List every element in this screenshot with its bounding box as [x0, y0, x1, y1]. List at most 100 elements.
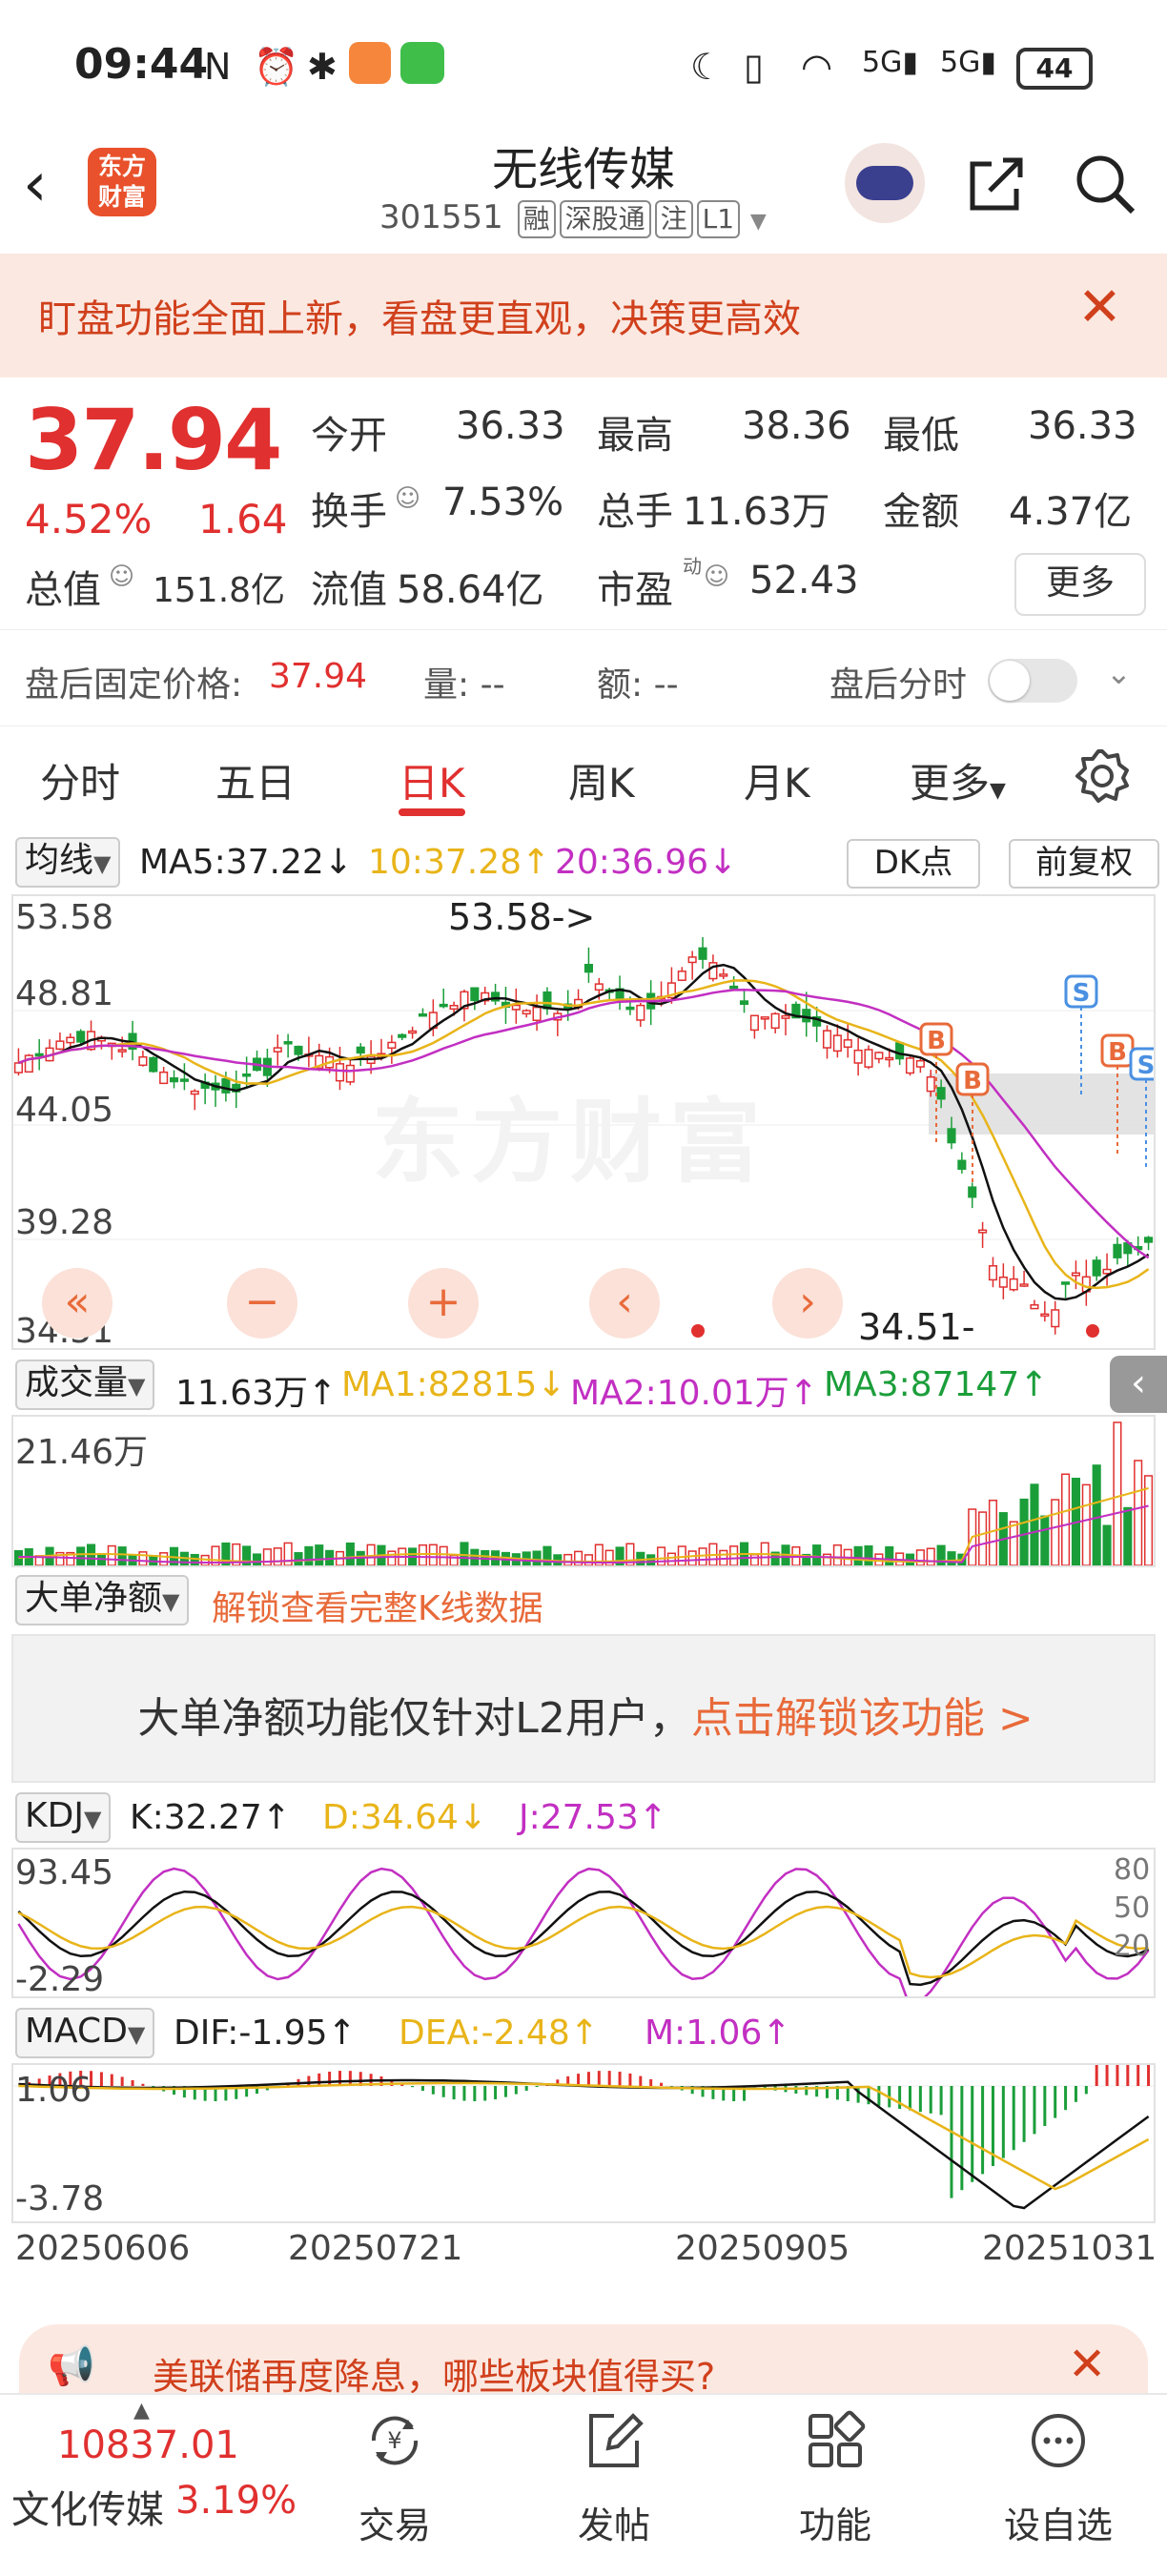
bluetooth-icon: ✱: [307, 46, 338, 88]
info-icon[interactable]: ☺: [395, 484, 420, 513]
candle-body-68: [719, 973, 728, 977]
volume-svg: [13, 1421, 1154, 1565]
search-icon[interactable]: [1072, 151, 1138, 217]
kdj-chart[interactable]: [11, 1848, 1156, 1998]
candle-body-12: [138, 1055, 148, 1067]
unlock-feature-link[interactable]: 点击解锁该功能 >: [691, 1694, 1034, 1743]
candle-body-88: [926, 1075, 935, 1093]
low-value: 36.33: [1028, 404, 1137, 448]
grid-icon: [809, 2410, 866, 2467]
gear-icon[interactable]: [1074, 747, 1131, 805]
candle-body-4: [55, 1040, 65, 1051]
nav-post[interactable]: 发帖: [538, 2395, 690, 2576]
tab-weekly-k[interactable]: 周K: [568, 751, 635, 809]
tab-more[interactable]: 更多▼: [910, 751, 1006, 809]
volume-bar-106: [1113, 1421, 1122, 1565]
feature-banner[interactable]: 盯盘功能全面上新，看盘更直观，决策更高效 ✕: [0, 254, 1167, 378]
chevron-down-icon-2[interactable]: ⌄: [1106, 655, 1132, 691]
share-icon[interactable]: [963, 151, 1030, 217]
ai-assistant-icon[interactable]: [845, 143, 925, 223]
volume-bar-10: [117, 1546, 127, 1565]
after-hours-toggle[interactable]: [988, 659, 1077, 703]
volume-bar-36: [387, 1550, 397, 1565]
volume-selector[interactable]: 成交量▼: [15, 1360, 155, 1410]
high-value: 38.36: [742, 404, 851, 448]
after-hours-row: 盘后固定价格: 37.94 量: -- 额: -- 盘后分时 ⌄: [0, 629, 1167, 726]
ad-text[interactable]: 美联储再度降息，哪些板块值得买?: [153, 2347, 715, 2400]
volume-bar-82: [864, 1544, 873, 1565]
scroll-left-button[interactable]: ‹: [589, 1268, 660, 1339]
big-order-unlock-panel[interactable]: 大单净额功能仅针对L2用户，点击解锁该功能 >: [11, 1634, 1156, 1783]
volume-bar-54: [574, 1550, 584, 1565]
dk-points-button[interactable]: DK点: [847, 839, 980, 889]
candle-body-106: [1113, 1243, 1122, 1258]
candle-body-84: [885, 1056, 894, 1061]
iqiyi-notification-icon: [400, 42, 444, 84]
zoom-out-button[interactable]: −: [227, 1268, 297, 1339]
chevron-up-icon: ▲: [133, 2399, 150, 2423]
zoom-in-button[interactable]: +: [408, 1268, 479, 1339]
macd-chart[interactable]: [11, 2063, 1156, 2223]
signal-label-4: S: [1137, 1052, 1154, 1080]
kdj-selector-label: KDJ: [25, 1796, 84, 1835]
volume-chart[interactable]: [11, 1415, 1156, 1567]
candle-body-55: [584, 964, 593, 973]
tab-monthly-k[interactable]: 月K: [744, 751, 810, 809]
info-icon-3[interactable]: ☺: [704, 562, 729, 591]
close-icon-2[interactable]: ✕: [1068, 2338, 1106, 2391]
volume-label: 总手: [597, 490, 673, 534]
ma-selector[interactable]: 均线▼: [15, 837, 121, 888]
forward-adjust-button[interactable]: 前复权: [1009, 839, 1159, 889]
chevron-down-icon-4: ▼: [93, 850, 112, 877]
candle-body-104: [1092, 1259, 1101, 1277]
chart-tabs: 分时 五日 日K 周K 月K 更多▼: [0, 734, 1167, 826]
candle-body-109: [1144, 1237, 1154, 1243]
info-icon-2[interactable]: ☺: [109, 562, 134, 591]
kdj-selector[interactable]: KDJ▼: [15, 1792, 112, 1843]
alarm-icon: ⏰: [254, 46, 299, 88]
wifi-icon: ◠: [801, 46, 833, 88]
tab-five-day[interactable]: 五日: [215, 751, 296, 809]
pe-label: 市盈: [597, 568, 673, 612]
more-button[interactable]: 更多: [1014, 553, 1146, 616]
nav-function[interactable]: 功能: [759, 2395, 911, 2576]
close-icon[interactable]: ✕: [1077, 276, 1122, 338]
macd-dea-line: [18, 2081, 1150, 2191]
candle-body-97: [1019, 1283, 1029, 1287]
volume-bar-29: [315, 1544, 324, 1565]
nav-trade[interactable]: ¥ 交易: [318, 2395, 471, 2576]
scroll-left-fast-button[interactable]: «: [42, 1268, 113, 1339]
candle-body-85: [895, 1042, 905, 1060]
kdj-level-20: 20: [1114, 1930, 1151, 1963]
candle-body-20: [221, 1078, 231, 1094]
macd-y-max: 1.06: [15, 2071, 92, 2110]
candle-body-41: [439, 1003, 448, 1008]
stock-subtitle[interactable]: 301551 融深股通注 L1 ▼: [379, 198, 767, 238]
candle-body-92: [968, 1186, 977, 1198]
volume-bar-62: [656, 1546, 666, 1565]
scroll-right-button[interactable]: ›: [772, 1268, 843, 1339]
candle-body-13: [149, 1056, 158, 1073]
candle-body-90: [947, 1128, 956, 1144]
collapse-panel-button[interactable]: ‹: [1110, 1356, 1167, 1413]
candle-body-66: [698, 947, 707, 960]
candle-body-73: [770, 1012, 780, 1030]
kdj-j: J:27.53↑: [519, 1798, 667, 1837]
nav-add-watchlist[interactable]: 设自选: [982, 2395, 1135, 2576]
unlock-kline-link[interactable]: 解锁查看完整K线数据: [212, 1581, 543, 1630]
date-label-1: 20250606: [15, 2229, 191, 2268]
volume-bar-90: [947, 1551, 956, 1565]
volume-bar-96: [1009, 1521, 1018, 1565]
macd-selector[interactable]: MACD▼: [15, 2008, 155, 2058]
tab-timeshare[interactable]: 分时: [40, 751, 120, 809]
candle-body-71: [749, 1014, 759, 1032]
volume-bar-84: [885, 1545, 894, 1565]
kdj-y-min: -2.29: [15, 1960, 105, 1999]
volume-y-max: 21.46万: [15, 1433, 149, 1472]
high-label: 最高: [597, 414, 673, 458]
svg-text:¥: ¥: [387, 2427, 401, 2454]
status-bar: 09:44 N ⏰ ✱ ☾ ▯ ◠ 5G▮ 5G▮ 44: [0, 0, 1167, 133]
chevron-down-icon-6: ▼: [162, 1588, 180, 1615]
big-order-selector[interactable]: 大单净额▼: [15, 1575, 190, 1625]
tab-daily-k[interactable]: 日K: [399, 751, 465, 809]
